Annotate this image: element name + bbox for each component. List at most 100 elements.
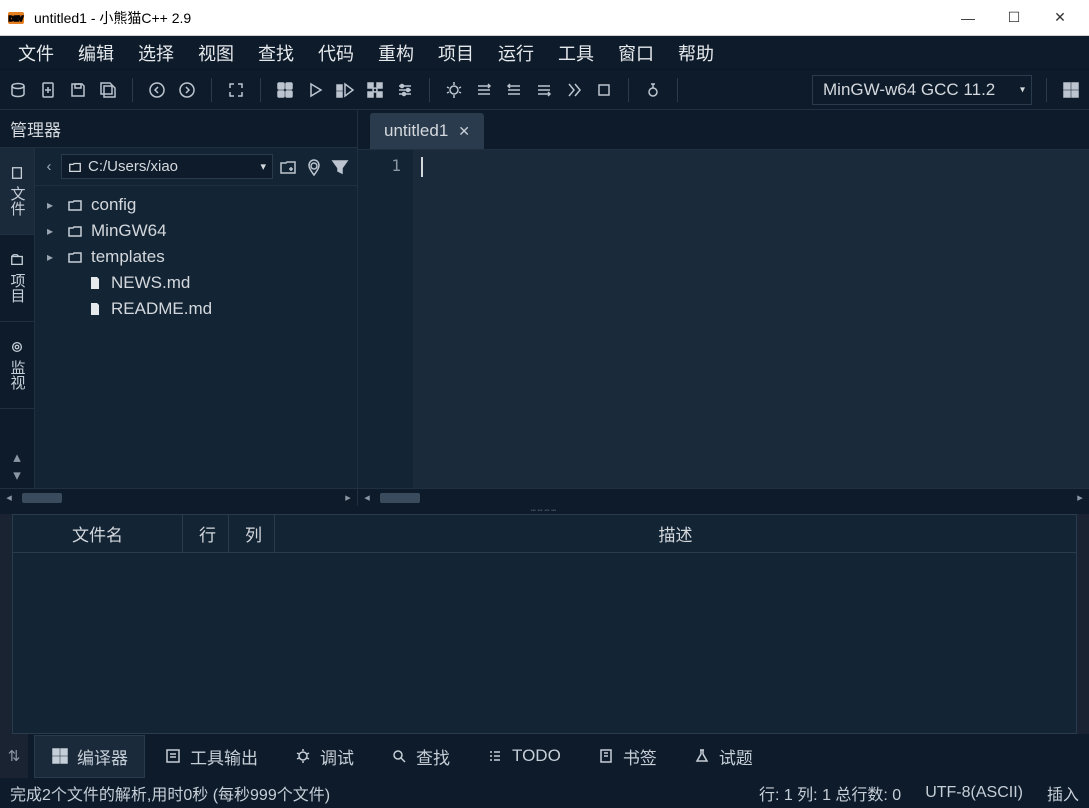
- debug-icon[interactable]: [444, 80, 464, 100]
- col-line[interactable]: 行: [183, 515, 229, 552]
- search-icon: [390, 747, 408, 765]
- flask-icon: [693, 747, 711, 765]
- menu-select[interactable]: 选择: [128, 36, 184, 70]
- save-all-icon[interactable]: [98, 80, 118, 100]
- status-edit-mode: 插入: [1047, 781, 1079, 805]
- new-project-icon[interactable]: [8, 80, 28, 100]
- menu-project[interactable]: 项目: [428, 36, 484, 70]
- menu-window[interactable]: 窗口: [608, 36, 664, 70]
- maximize-button[interactable]: ☐: [991, 0, 1037, 36]
- path-text: C:/Users/xiao: [88, 158, 178, 175]
- folder-icon: [67, 223, 83, 239]
- compile-run-icon[interactable]: [335, 80, 355, 100]
- code-editor[interactable]: [413, 150, 1089, 488]
- breakpoint-icon[interactable]: [643, 80, 663, 100]
- step-out-icon[interactable]: [534, 80, 554, 100]
- forward-icon[interactable]: [177, 80, 197, 100]
- tree-folder[interactable]: ▸MinGW64: [39, 218, 353, 244]
- menu-refactor[interactable]: 重构: [368, 36, 424, 70]
- tree-file[interactable]: ▸NEWS.md: [39, 270, 353, 296]
- issues-body: [13, 553, 1076, 733]
- bottom-tabs: 编译器 工具输出 调试 查找 TODO 书签 试题: [28, 734, 1089, 778]
- window-title: untitled1 - 小熊猫C++ 2.9: [34, 8, 945, 28]
- new-folder-icon[interactable]: [277, 156, 299, 178]
- side-tab-files[interactable]: 文件: [0, 148, 34, 235]
- compiler-selector[interactable]: MinGW-w64 GCC 11.2 ▾: [812, 75, 1032, 105]
- compile-icon[interactable]: [275, 80, 295, 100]
- status-message: 完成2个文件的解析,用时0秒 (每秒999个文件): [10, 781, 330, 805]
- file-browser: ‹ C:/Users/xiao ▾ ▸config ▸MinGW64 ▸temp…: [35, 148, 357, 488]
- grid-view-icon[interactable]: [1061, 80, 1081, 100]
- step-into-icon[interactable]: [504, 80, 524, 100]
- svg-text:DEV: DEV: [9, 16, 24, 23]
- run-icon[interactable]: [305, 80, 325, 100]
- menu-tools[interactable]: 工具: [548, 36, 604, 70]
- filter-icon[interactable]: [329, 156, 351, 178]
- editor-area: untitled1 ✕ 1 ◂▸: [358, 110, 1089, 506]
- menu-view[interactable]: 视图: [188, 36, 244, 70]
- side-tab-watch[interactable]: 监视: [0, 322, 34, 409]
- manager-title: 管理器: [0, 110, 357, 148]
- btab-bookmarks[interactable]: 书签: [580, 735, 674, 778]
- path-selector[interactable]: C:/Users/xiao ▾: [61, 154, 273, 179]
- app-icon: DEV: [6, 8, 26, 28]
- btab-compiler[interactable]: 编译器: [34, 735, 145, 778]
- col-filename[interactable]: 文件名: [13, 515, 183, 552]
- col-description[interactable]: 描述: [275, 515, 1076, 552]
- bug-icon: [294, 747, 312, 765]
- horizontal-splitter[interactable]: ┅┅┅┅: [0, 506, 1089, 514]
- grid-icon: [51, 747, 69, 765]
- menu-edit[interactable]: 编辑: [68, 36, 124, 70]
- output-icon: [164, 747, 182, 765]
- rebuild-icon[interactable]: [365, 80, 385, 100]
- folder-icon: [67, 249, 83, 265]
- continue-icon[interactable]: [564, 80, 584, 100]
- new-file-icon[interactable]: [38, 80, 58, 100]
- minimize-button[interactable]: ―: [945, 0, 991, 36]
- left-hscroll[interactable]: ◂▸: [0, 488, 357, 506]
- editor-tabs: untitled1 ✕: [358, 110, 1089, 150]
- status-encoding: UTF-8(ASCII): [925, 784, 1023, 802]
- btab-todo[interactable]: TODO: [469, 737, 578, 775]
- close-tab-icon[interactable]: ✕: [458, 123, 470, 140]
- close-button[interactable]: ✕: [1037, 0, 1083, 36]
- menu-find[interactable]: 查找: [248, 36, 304, 70]
- statusbar: 完成2个文件的解析,用时0秒 (每秒999个文件) 行: 1 列: 1 总行数:…: [0, 778, 1089, 808]
- side-tabs: 文件 项目 监视 ▴▾: [0, 148, 35, 488]
- bookmark-icon: [597, 747, 615, 765]
- titlebar: DEV untitled1 - 小熊猫C++ 2.9 ― ☐ ✕: [0, 0, 1089, 36]
- col-column[interactable]: 列: [229, 515, 275, 552]
- tree-file[interactable]: ▸README.md: [39, 296, 353, 322]
- editor-tab[interactable]: untitled1 ✕: [370, 113, 484, 149]
- btab-tool-output[interactable]: 工具输出: [147, 735, 275, 778]
- file-icon: [87, 275, 103, 291]
- locate-icon[interactable]: [303, 156, 325, 178]
- tree-folder[interactable]: ▸templates: [39, 244, 353, 270]
- bottom-panel-toggle-icon[interactable]: ⇅: [0, 747, 28, 765]
- menu-run[interactable]: 运行: [488, 36, 544, 70]
- save-icon[interactable]: [68, 80, 88, 100]
- btab-problems[interactable]: 试题: [676, 735, 770, 778]
- path-up-icon[interactable]: ‹: [41, 158, 57, 175]
- menu-help[interactable]: 帮助: [668, 36, 724, 70]
- back-icon[interactable]: [147, 80, 167, 100]
- stop-icon[interactable]: [594, 80, 614, 100]
- file-tree: ▸config ▸MinGW64 ▸templates ▸NEWS.md ▸RE…: [35, 186, 357, 488]
- status-cursor-pos: 行: 1 列: 1 总行数: 0: [759, 781, 901, 805]
- menu-code[interactable]: 代码: [308, 36, 364, 70]
- fullscreen-icon[interactable]: [226, 80, 246, 100]
- step-over-icon[interactable]: [474, 80, 494, 100]
- editor-hscroll[interactable]: ◂▸: [358, 488, 1089, 506]
- left-panel: 管理器 文件 项目 监视 ▴▾ ‹ C:/Users/xiao ▾: [0, 110, 358, 506]
- btab-find[interactable]: 查找: [373, 735, 467, 778]
- menu-file[interactable]: 文件: [8, 36, 64, 70]
- editor-tab-label: untitled1: [384, 121, 448, 141]
- btab-debug[interactable]: 调试: [277, 735, 371, 778]
- side-tab-scroll[interactable]: ▴▾: [0, 444, 34, 488]
- issues-panel: 文件名 行 列 描述: [12, 514, 1077, 734]
- chevron-down-icon: ▾: [260, 160, 266, 173]
- options-icon[interactable]: [395, 80, 415, 100]
- list-icon: [486, 747, 504, 765]
- side-tab-project[interactable]: 项目: [0, 235, 34, 322]
- tree-folder[interactable]: ▸config: [39, 192, 353, 218]
